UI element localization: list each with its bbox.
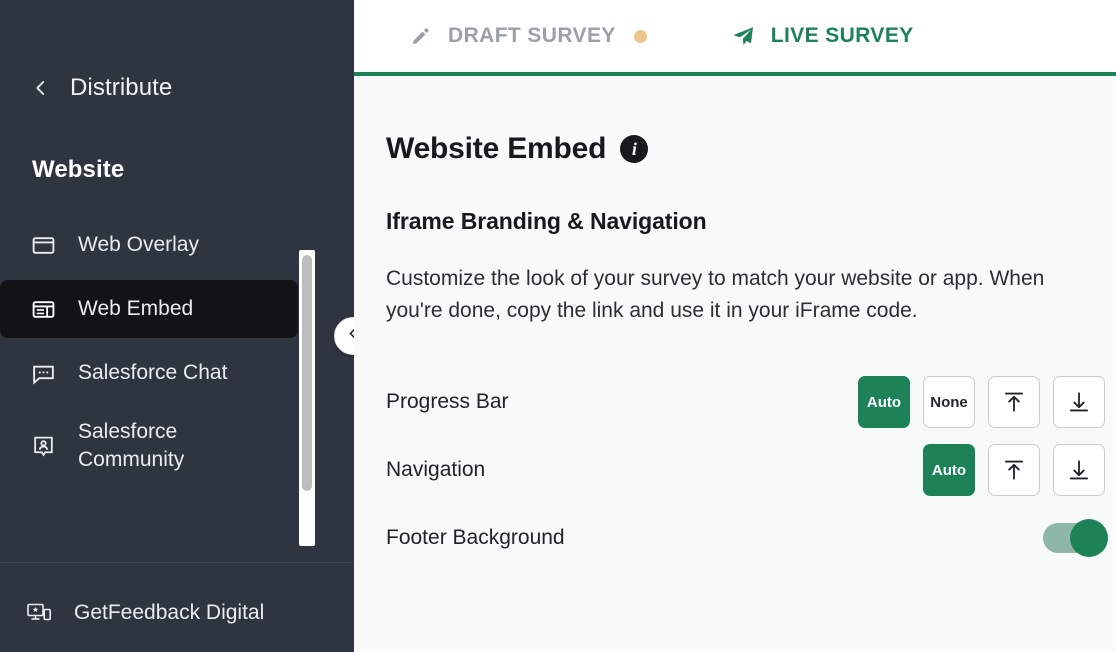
monitor-mobile-icon — [26, 600, 52, 626]
tab-draft-survey[interactable]: DRAFT SURVEY — [410, 0, 647, 72]
progress-bar-align-bottom-button[interactable] — [1053, 376, 1105, 428]
sidebar-item-label: Web Overlay — [78, 232, 199, 256]
align-top-icon — [1001, 389, 1027, 415]
progress-bar-auto-button[interactable]: Auto — [858, 376, 910, 428]
info-icon[interactable]: i — [620, 135, 649, 163]
sidebar-item-salesforce-chat[interactable]: Salesforce Chat — [0, 344, 298, 402]
tab-label: DRAFT SURVEY — [448, 24, 616, 47]
progress-bar-none-button[interactable]: None — [923, 376, 975, 428]
chat-bubble-icon — [30, 360, 56, 386]
option-row-footer-background: Footer Background — [386, 504, 1108, 572]
sidebar-item-getfeedback-digital[interactable]: GetFeedback Digital — [0, 600, 268, 626]
section-description: Customize the look of your survey to mat… — [386, 267, 1045, 322]
section-subtitle: Iframe Branding & Navigation — [386, 208, 707, 234]
main-panel: DRAFT SURVEY LIVE SURVEY Website Embed i… — [354, 0, 1116, 652]
option-row-navigation: Navigation Auto — [386, 436, 1105, 504]
sidebar-item-label: Salesforce Community — [78, 420, 185, 471]
option-label: Navigation — [386, 458, 486, 481]
sidebar-item-web-embed[interactable]: Web Embed — [0, 280, 298, 338]
navigation-segmented-control: Auto — [923, 444, 1105, 496]
paper-plane-icon — [731, 24, 755, 48]
sidebar-item-web-overlay[interactable]: Web Overlay — [0, 216, 298, 274]
content-area: Website Embed i Iframe Branding & Naviga… — [354, 76, 1116, 572]
sidebar-section-title: Website — [32, 156, 125, 183]
sidebar-item-salesforce-community[interactable]: Salesforce Community — [0, 408, 298, 484]
option-row-progress-bar: Progress Bar Auto None — [386, 368, 1105, 436]
align-bottom-icon — [1066, 457, 1092, 483]
chevron-left-icon — [346, 326, 354, 346]
footer-background-control — [1043, 519, 1108, 557]
embed-layout-icon — [30, 296, 56, 322]
align-bottom-icon — [1066, 389, 1092, 415]
chevron-left-icon — [32, 79, 50, 97]
toggle-knob — [1070, 519, 1108, 557]
page-title: Website Embed i — [386, 132, 1116, 166]
back-to-distribute-button[interactable]: Distribute — [0, 68, 354, 108]
navigation-align-bottom-button[interactable] — [1053, 444, 1105, 496]
option-label: Progress Bar — [386, 390, 509, 413]
app-root: Distribute Website Web Overlay Web Embed… — [0, 0, 1116, 652]
sidebar-scrollbar-thumb[interactable] — [302, 255, 312, 491]
page-title-text: Website Embed — [386, 132, 607, 165]
tab-live-survey[interactable]: LIVE SURVEY — [731, 0, 914, 72]
pencil-icon — [410, 25, 432, 47]
window-icon — [30, 232, 56, 258]
progress-bar-align-top-button[interactable] — [988, 376, 1040, 428]
navigation-align-top-button[interactable] — [988, 444, 1040, 496]
person-card-icon — [30, 433, 56, 459]
survey-tabbar: DRAFT SURVEY LIVE SURVEY — [354, 0, 1116, 76]
sidebar-footer-label: GetFeedback Digital — [74, 601, 265, 624]
sidebar-divider — [0, 562, 354, 563]
align-top-icon — [1001, 457, 1027, 483]
progress-bar-segmented-control: Auto None — [858, 376, 1105, 428]
tab-label: LIVE SURVEY — [770, 24, 914, 47]
sidebar-item-label: Salesforce Chat — [78, 360, 228, 384]
back-label: Distribute — [70, 74, 173, 101]
footer-background-toggle[interactable] — [1043, 519, 1108, 557]
sidebar-item-label: Web Embed — [78, 296, 194, 320]
options-list: Progress Bar Auto None Navigation Auto F… — [386, 368, 1116, 572]
sidebar-scrollbar-track[interactable] — [299, 250, 315, 546]
draft-status-dot — [633, 29, 647, 43]
option-label: Footer Background — [386, 526, 565, 549]
sidebar: Distribute Website Web Overlay Web Embed… — [0, 0, 354, 652]
navigation-auto-button[interactable]: Auto — [923, 444, 975, 496]
